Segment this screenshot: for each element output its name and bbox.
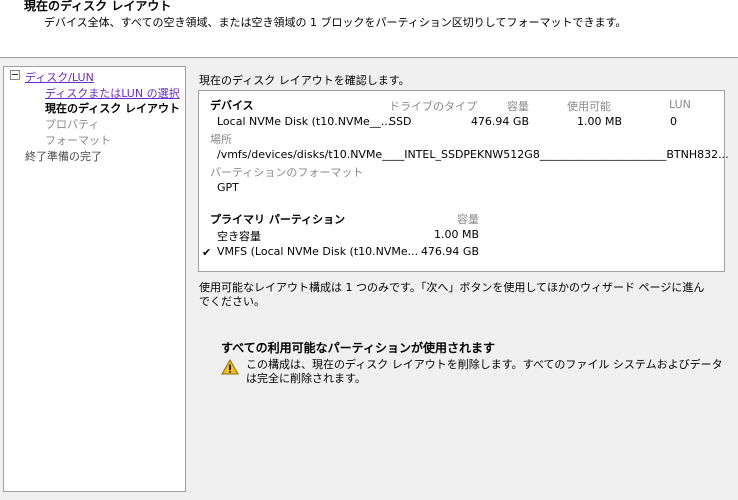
nav-item-select-disk[interactable]: ディスクまたはLUN の選択	[45, 85, 180, 101]
partition-row-free-capacity: 1.00 MB	[433, 228, 479, 241]
location-label: 場所	[210, 133, 232, 146]
primary-partition-label: プライマリ パーティション	[210, 213, 346, 226]
primary-capacity-header: 容量	[457, 213, 479, 226]
warning-text: この構成は、現在のディスク レイアウトを削除します。すべてのファイル システムお…	[246, 358, 723, 385]
device-drive-type: SSD	[389, 115, 412, 128]
partition-format: GPT	[217, 181, 239, 194]
warning-icon	[221, 359, 239, 375]
page-title: 現在のディスク レイアウト	[24, 0, 172, 13]
device-available: 1.00 MB	[577, 115, 623, 128]
col-drive-type: ドライブのタイプ	[389, 100, 477, 113]
page-description: デバイス全体、すべての空き領域、または空き領域の 1 ブロックをパーティション区…	[44, 16, 627, 29]
device-location: /vmfs/devices/disks/t10.NVMe____INTEL_SS…	[217, 148, 729, 161]
partition-row-vmfs-capacity: 476.94 GB	[420, 245, 479, 258]
disk-layout-panel: デバイス ドライブのタイプ 容量 使用可能 LUN Local NVMe Dis…	[198, 90, 729, 272]
partition-format-label: パーティションのフォーマット	[210, 166, 364, 179]
collapse-icon[interactable]	[10, 70, 20, 80]
nav-item-current-layout: 現在のディスク レイアウト	[45, 102, 181, 115]
intro-text: 現在のディスク レイアウトを確認します。	[199, 74, 410, 87]
col-capacity: 容量	[507, 100, 529, 113]
nav-item-finish: 終了準備の完了	[25, 150, 102, 163]
device-lun: 0	[670, 115, 677, 128]
col-available: 使用可能	[567, 100, 611, 113]
nav-group-disk-lun[interactable]: ディスク/LUN	[25, 69, 94, 85]
nav-item-properties: プロパティ	[45, 118, 100, 131]
device-capacity: 476.94 GB	[470, 115, 529, 128]
wizard-nav: ディスク/LUN ディスクまたはLUN の選択 現在のディスク レイアウト プロ…	[3, 66, 186, 492]
partition-row-vmfs-name: VMFS (Local NVMe Disk (t10.NVMe...	[217, 245, 419, 258]
partition-row-free-name: 空き容量	[217, 230, 261, 243]
device-section-label: デバイス	[210, 99, 254, 112]
col-lun: LUN	[669, 98, 691, 111]
nav-item-format: フォーマット	[45, 134, 111, 147]
checkmark-icon: ✔	[202, 246, 212, 259]
warning-title: すべての利用可能なパーティションが使用されます	[221, 341, 495, 355]
wizard-header: 現在のディスク レイアウト デバイス全体、すべての空き領域、または空き領域の 1…	[0, 0, 738, 58]
device-name: Local NVMe Disk (t10.NVMe__...	[217, 115, 392, 128]
layout-summary-text: 使用可能なレイアウト構成は 1 つのみです。「次へ」ボタンを使用してほかのウィザ…	[199, 281, 705, 308]
